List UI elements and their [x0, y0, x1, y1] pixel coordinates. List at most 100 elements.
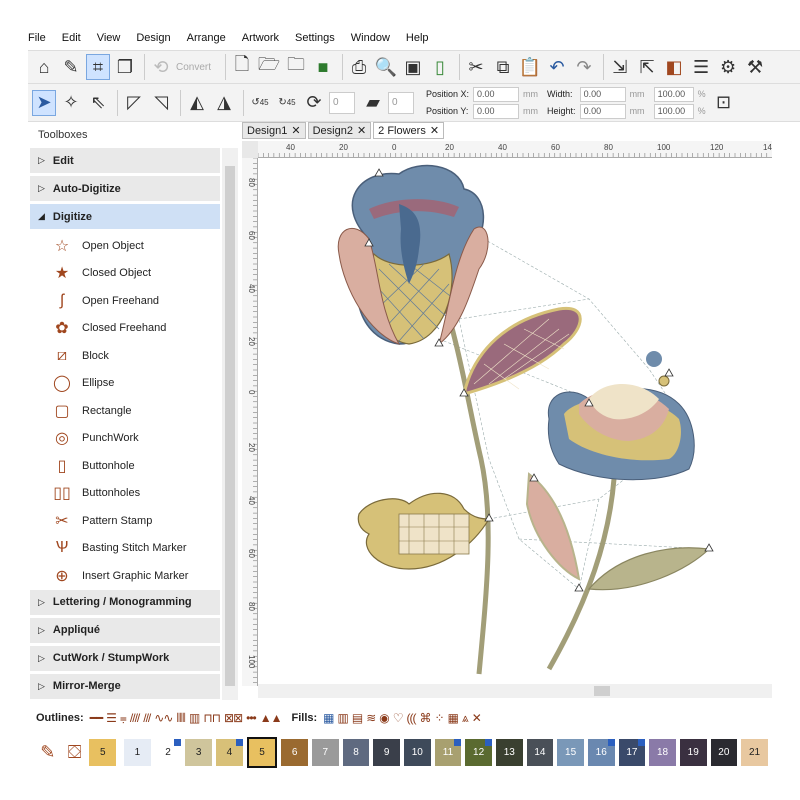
width-input[interactable]: 0.00 — [579, 86, 626, 102]
tool-pattern-stamp[interactable]: ✂ Pattern Stamp — [30, 507, 220, 535]
color-swatch-20[interactable]: 20 — [710, 738, 738, 766]
toolboxes-scroll-thumb[interactable] — [225, 166, 235, 686]
right-flower-bud-small[interactable] — [658, 375, 670, 387]
right-flower-bud-center[interactable] — [646, 351, 662, 367]
document-tab-design2[interactable]: Design2 ✕ — [307, 122, 372, 139]
outline-dots-icon[interactable]: ••• — [246, 711, 257, 725]
toolbox-section-lettering-monogramming[interactable]: ▷ Lettering / Monogramming — [30, 589, 220, 616]
tool-rectangle[interactable]: ▢ Rectangle — [30, 397, 220, 425]
color-swatch-12[interactable]: 12 — [465, 738, 492, 766]
document-tab-2-flowers[interactable]: 2 Flowers ✕ — [373, 122, 445, 139]
fill-wave-icon[interactable]: ≋ — [366, 711, 376, 725]
fill-dots-icon[interactable]: ⁘ — [435, 711, 445, 725]
outline-cross-icon[interactable]: ⊠⊠ — [224, 711, 243, 725]
resize-icon[interactable]: ◸ — [122, 90, 146, 116]
close-icon[interactable]: ✕ — [357, 124, 366, 137]
canvas-scroll-thumb[interactable] — [594, 686, 610, 696]
menu-file[interactable]: File — [28, 32, 46, 44]
skew-icon[interactable]: ▰ — [361, 90, 385, 116]
redo-icon[interactable]: ↷ — [572, 54, 596, 80]
color-swatch-14[interactable]: 14 — [526, 738, 554, 766]
fill-circle-icon[interactable]: ◉ — [379, 711, 390, 725]
menu-edit[interactable]: Edit — [62, 32, 81, 44]
tools-icon[interactable]: ⚒ — [743, 54, 767, 80]
save-icon[interactable]: ■ — [311, 54, 335, 80]
tool-buttonhole[interactable]: ▯ Buttonhole — [30, 452, 220, 480]
menu-arrange[interactable]: Arrange — [187, 32, 226, 44]
fill-x-icon[interactable]: ✕ — [472, 711, 482, 725]
resize-proportional-icon[interactable]: ◹ — [149, 90, 173, 116]
outline-castle-icon[interactable]: ⊓⊓ — [203, 711, 221, 725]
current-color-swatch[interactable]: 5 — [89, 738, 117, 766]
color-swatch-11[interactable]: 11 — [434, 738, 462, 766]
menu-window[interactable]: Window — [351, 32, 390, 44]
tool-closed-object[interactable]: ★ Closed Object — [30, 260, 220, 288]
color-swatch-9[interactable]: 9 — [373, 738, 400, 766]
close-icon[interactable]: ✕ — [430, 124, 439, 137]
color-swatch-1[interactable]: 1 — [124, 738, 151, 766]
fill-contour-icon[interactable]: ((( — [407, 711, 417, 725]
tool-closed-freehand[interactable]: ✿ Closed Freehand — [30, 315, 220, 343]
tool-punchwork[interactable]: ◎ PunchWork — [30, 425, 220, 453]
cut-icon[interactable]: ✂ — [464, 54, 488, 80]
undo-icon[interactable]: ↶ — [545, 54, 569, 80]
menu-help[interactable]: Help — [406, 32, 429, 44]
stitch-view-icon[interactable]: ⌗ — [86, 54, 110, 80]
height-input[interactable]: 0.00 — [579, 103, 626, 119]
outline-running-icon[interactable]: ━━ — [90, 711, 103, 725]
center-icon[interactable]: ⊡ — [712, 90, 736, 116]
outline-wave-icon[interactable]: ∿∿ — [154, 711, 173, 725]
document-tab-design1[interactable]: Design1 ✕ — [242, 122, 306, 139]
outline-triangles-icon[interactable]: ▲▲ — [260, 711, 283, 725]
open-recent-icon[interactable]: 🗀 — [284, 54, 308, 80]
position-x-input[interactable]: 0.00 — [473, 86, 520, 102]
export-icon[interactable]: ⇱ — [635, 54, 659, 80]
home-icon[interactable]: ⌂ — [32, 54, 56, 80]
outline-satin-icon[interactable]: //// — [130, 711, 140, 725]
tool-insert-graphic-marker[interactable]: ⊕ Insert Graphic Marker — [30, 562, 220, 590]
paint-bucket-icon[interactable]: ⛋ — [63, 739, 87, 765]
color-swatch-18[interactable]: 18 — [649, 738, 676, 766]
convert-icon[interactable]: ⟲ — [149, 54, 173, 80]
new-file-icon[interactable]: 🗋 — [230, 54, 254, 80]
mirror-vertical-icon[interactable]: ◮ — [212, 90, 236, 116]
toolbox-section-edit[interactable]: ▷ Edit — [30, 148, 220, 174]
select-star-icon[interactable]: ✧ — [59, 90, 83, 116]
paste-icon[interactable]: 📋 — [518, 54, 542, 80]
color-swatch-2[interactable]: 2 — [154, 738, 182, 766]
send-to-machine-icon[interactable]: ▣ — [401, 54, 425, 80]
fill-satin-icon[interactable]: ▥ — [338, 711, 349, 725]
color-swatch-15[interactable]: 15 — [557, 738, 584, 766]
toolbox-section-auto-digitize[interactable]: ▷ Auto-Digitize — [30, 176, 220, 202]
color-swatch-8[interactable]: 8 — [342, 738, 370, 766]
outline-satin-wide-icon[interactable]: /// — [143, 711, 151, 725]
color-swatch-21[interactable]: 21 — [741, 738, 768, 766]
tool-open-freehand[interactable]: ʃ Open Freehand — [30, 287, 220, 315]
toolbox-section-digitize[interactable]: ◢ Digitize — [30, 204, 220, 230]
color-swatch-17[interactable]: 17 — [618, 738, 646, 766]
position-y-input[interactable]: 0.00 — [473, 103, 520, 119]
import-icon[interactable]: ⇲ — [608, 54, 632, 80]
print-preview-icon[interactable]: 🔍 — [374, 54, 398, 80]
color-swatch-16[interactable]: 16 — [587, 738, 615, 766]
select-arrow-icon[interactable]: ➤ — [32, 89, 56, 116]
rotate-right-45-icon[interactable]: ↻ 45 — [275, 90, 299, 116]
outline-double-icon[interactable]: ⩦ — [120, 711, 127, 726]
lower-right-leaf-right[interactable] — [587, 547, 711, 591]
middle-lattice-leaf[interactable] — [461, 306, 582, 397]
color-swatch-13[interactable]: 13 — [495, 738, 523, 766]
design-canvas[interactable] — [259, 159, 772, 684]
artwork-view-icon[interactable]: ❐ — [113, 54, 137, 80]
tool-block[interactable]: ⧄ Block — [30, 342, 220, 370]
color-swatch-10[interactable]: 10 — [403, 738, 431, 766]
menu-artwork[interactable]: Artwork — [242, 32, 279, 44]
outline-comb-icon[interactable]: ▥ — [189, 711, 200, 725]
tool-ellipse[interactable]: ◯ Ellipse — [30, 370, 220, 398]
fill-motif-icon[interactable]: ⌘ — [420, 711, 432, 725]
scale-y-input[interactable]: 100.00 — [653, 103, 694, 119]
toolbox-section-mirror-merge[interactable]: ▷ Mirror-Merge — [30, 673, 220, 700]
lower-right-leaf-left[interactable] — [525, 472, 581, 581]
fill-heart-icon[interactable]: ♡ — [393, 711, 404, 725]
close-icon[interactable]: ✕ — [291, 124, 300, 137]
menu-view[interactable]: View — [97, 32, 121, 44]
